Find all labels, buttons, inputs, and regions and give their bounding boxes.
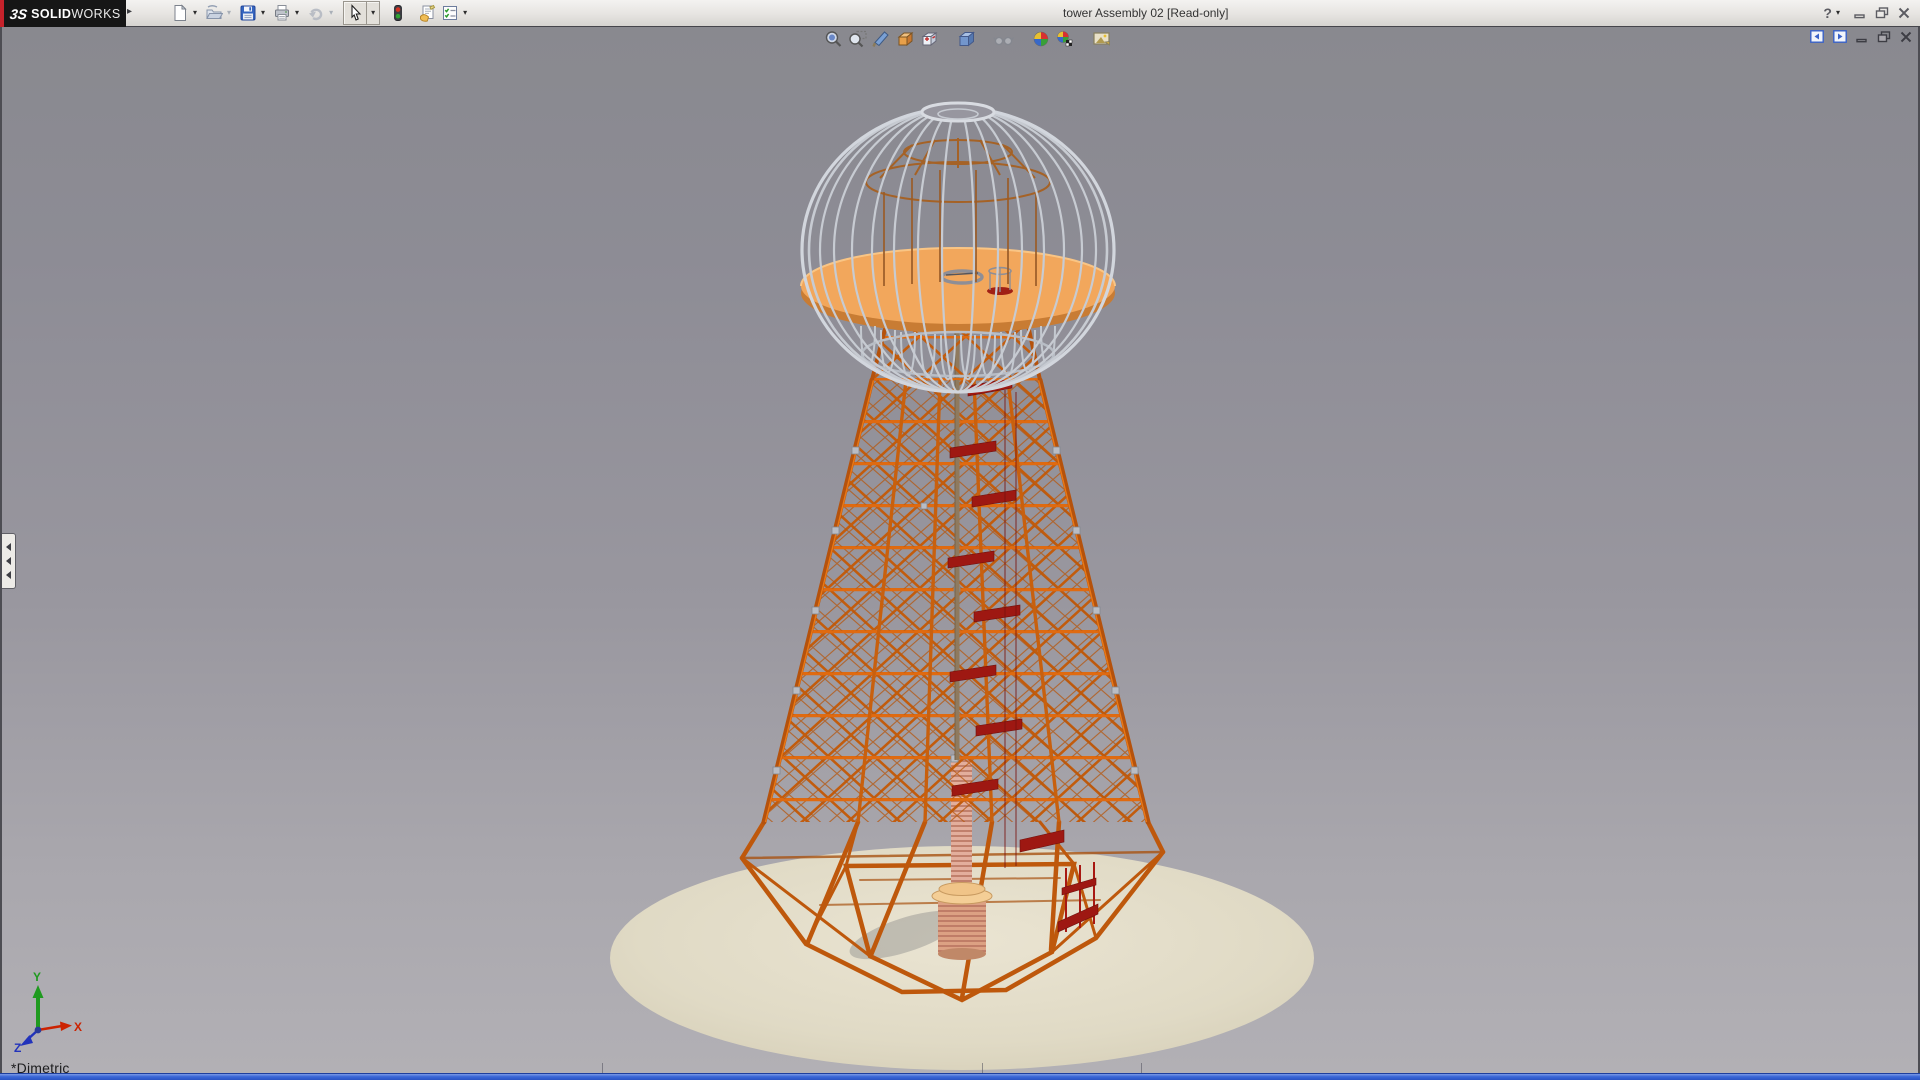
platform-deck[interactable] (801, 170, 1115, 333)
minimize-document-icon (1856, 31, 1868, 43)
view-orientation-icon (896, 30, 916, 48)
previous-window-button[interactable] (1810, 30, 1824, 43)
featuremanager-collapsed-tab[interactable] (2, 533, 16, 589)
select-tool-button[interactable] (346, 2, 364, 24)
brand-text-solid: SOLID (31, 7, 71, 21)
dropdown-icon[interactable]: ▾ (295, 9, 299, 17)
close-button[interactable] (1898, 7, 1910, 19)
section-view-icon (872, 30, 892, 48)
view-settings-button[interactable] (1091, 29, 1113, 49)
restore-document-button[interactable] (1877, 31, 1891, 43)
print-icon (273, 4, 291, 22)
dropdown-icon[interactable]: ▾ (227, 9, 231, 17)
statusbar-divider (982, 1063, 983, 1073)
hide-show-items-button[interactable] (993, 29, 1015, 49)
view-settings-icon (1092, 30, 1112, 48)
undo-button[interactable] (306, 2, 326, 24)
statusbar-divider (1141, 1063, 1142, 1073)
previous-window-icon (1810, 30, 1824, 43)
triad-x-label: X (74, 1020, 82, 1034)
restore-icon (1875, 7, 1889, 19)
next-window-icon (1833, 30, 1847, 43)
dropdown-icon[interactable]: ▾ (329, 9, 333, 17)
zoom-to-fit-icon (824, 30, 844, 48)
minimize-button[interactable] (1854, 7, 1866, 19)
apply-scene-button[interactable] (1054, 29, 1076, 49)
display-style-button[interactable] (919, 29, 941, 49)
logo-flyout-arrow-icon[interactable]: ▸ (127, 6, 132, 17)
traffic-light-rebuild-icon (391, 4, 405, 22)
close-document-icon (1900, 31, 1912, 43)
new-document-button[interactable] (170, 2, 190, 24)
view-orientation-label: *Dimetric (11, 1060, 70, 1073)
help-button[interactable]: ? (1823, 6, 1832, 20)
save-button[interactable] (238, 2, 258, 24)
dropdown-icon[interactable]: ▾ (371, 9, 375, 17)
next-window-button[interactable] (1833, 30, 1847, 43)
appearance-sphere-icon (1031, 30, 1051, 48)
undo-icon (307, 4, 325, 22)
section-view-button[interactable] (871, 29, 893, 49)
logo-accent-stripe (0, 0, 4, 27)
select-tool-group: ▾ (343, 1, 380, 25)
dropdown-icon[interactable]: ▾ (1836, 9, 1840, 17)
graphics-area[interactable]: X Y Z (0, 27, 1920, 1073)
solidworks-logo: 3S SOLIDWORKS (0, 0, 126, 27)
open-button[interactable] (204, 2, 224, 24)
solidworks-window: 3S SOLIDWORKS ▸ ▾ ▾ (0, 0, 1920, 1080)
model-render[interactable]: X Y Z (2, 27, 1918, 1073)
windows-taskbar-edge[interactable] (0, 1073, 1920, 1080)
statusbar-divider (602, 1063, 603, 1073)
edit-appearance-button[interactable] (1030, 29, 1052, 49)
shaded-cube-icon (957, 30, 977, 48)
eyeglasses-icon (993, 30, 1015, 48)
orientation-triad: X Y Z (14, 970, 82, 1055)
save-icon (239, 4, 257, 22)
minimize-icon (1854, 7, 1866, 19)
zoom-to-fit-button[interactable] (823, 29, 845, 49)
dome-interior-frame (866, 138, 1050, 202)
options-button[interactable] (440, 2, 460, 24)
dropdown-icon[interactable]: ▾ (463, 9, 467, 17)
file-properties-button[interactable] (417, 2, 438, 24)
triad-z-label: Z (14, 1041, 21, 1055)
zoom-to-area-button[interactable] (847, 29, 869, 49)
rebuild-button[interactable] (390, 2, 406, 24)
print-button[interactable] (272, 2, 292, 24)
shaded-with-edges-button[interactable] (956, 29, 978, 49)
standard-toolbar: ▾ ▾ ▾ (170, 0, 472, 26)
brand-text-works: WORKS (71, 7, 120, 21)
headsup-view-toolbar (822, 29, 1114, 49)
document-title: tower Assembly 02 [Read-only] (1063, 6, 1228, 20)
minimize-document-button[interactable] (1856, 31, 1868, 43)
close-icon (1898, 7, 1910, 19)
zoom-to-area-icon (848, 30, 868, 48)
open-folder-icon (205, 4, 223, 22)
document-window-controls (1810, 30, 1912, 43)
triad-y-label: Y (33, 970, 41, 984)
apply-scene-icon (1055, 30, 1075, 48)
restore-button[interactable] (1875, 7, 1889, 19)
collapse-arrow-icon (6, 571, 11, 579)
select-cursor-icon (347, 4, 363, 22)
collapse-arrow-icon (6, 543, 11, 551)
dropdown-icon[interactable]: ▾ (261, 9, 265, 17)
title-bar: 3S SOLIDWORKS ▸ ▾ ▾ (0, 0, 1920, 27)
file-properties-icon (418, 4, 437, 22)
close-document-button[interactable] (1900, 31, 1912, 43)
collapse-arrow-icon (6, 557, 11, 565)
new-document-icon (171, 4, 189, 22)
options-checklist-icon (441, 4, 459, 22)
dropdown-icon[interactable]: ▾ (193, 9, 197, 17)
display-style-icon (920, 30, 940, 48)
ds-logo-icon: 3S (9, 6, 28, 22)
restore-document-icon (1877, 31, 1891, 43)
view-orientation-button[interactable] (895, 29, 917, 49)
app-window-controls: ? ▾ (1823, 0, 1910, 26)
